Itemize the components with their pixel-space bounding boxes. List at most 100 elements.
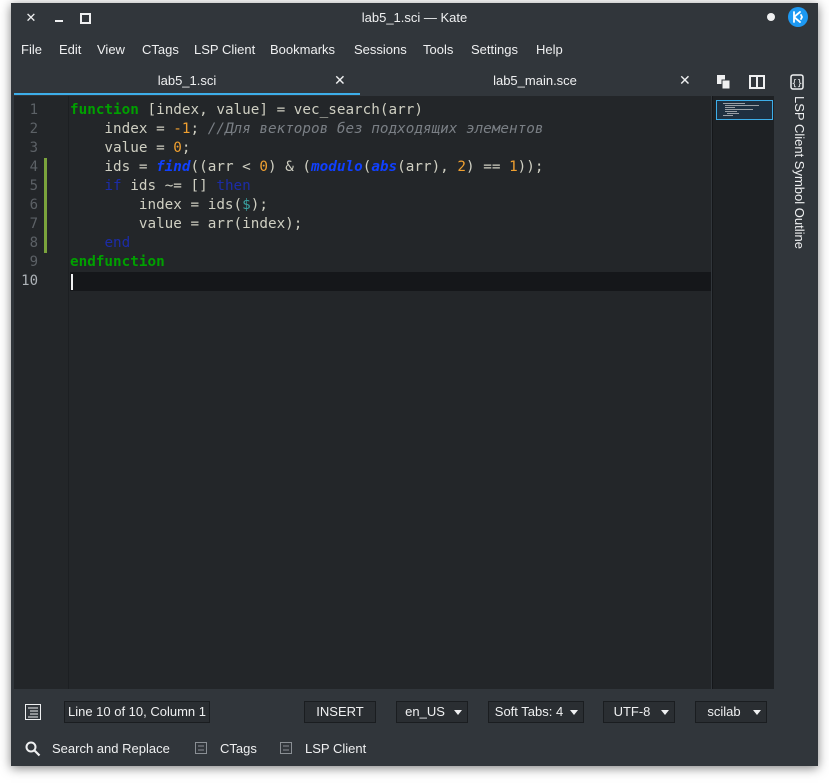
minimap-scrollbar[interactable] (712, 96, 774, 689)
document-tab-bar: lab5_1.sci ✕ lab5_main.sce ✕ (14, 68, 711, 95)
keyword: endfunction (70, 254, 165, 270)
chevron-down-icon (570, 710, 578, 715)
menu-edit[interactable]: Edit (59, 42, 81, 57)
ctags-tool-button[interactable]: CTags (194, 739, 264, 759)
special-symbol: $ (242, 197, 251, 213)
kde-logo-icon (793, 11, 804, 23)
menu-lsp-client[interactable]: LSP Client (194, 42, 255, 57)
current-line-highlight (70, 272, 711, 291)
code-text: (arr), (397, 159, 458, 175)
keyword: end (104, 235, 131, 251)
code-line-5: if ids ~= [] then (70, 177, 251, 196)
minimap-line (723, 115, 733, 116)
indentation-dropdown[interactable]: Soft Tabs: 4 (488, 701, 584, 723)
symbol-outline-icon[interactable]: {} (789, 74, 805, 90)
kate-window: ✕ lab5_1.sci — Kate File Edit View CTags… (11, 3, 818, 766)
text-cursor (71, 274, 73, 290)
code-text: )); (517, 159, 544, 175)
keyword: if (104, 178, 122, 194)
tab-label: lab5_main.sce (493, 73, 577, 88)
encoding-label: UTF-8 (613, 704, 651, 719)
lsp-icon (280, 742, 292, 754)
code-line-6: index = ids($); (70, 196, 268, 215)
line-number-gutter[interactable]: 1 2 3 4 5 6 7 8 9 10 (14, 96, 69, 689)
code-text: ; (181, 140, 191, 156)
menu-bar: File Edit View CTags LSP Client Bookmark… (11, 39, 818, 61)
tab-lab5-1-sci[interactable]: lab5_1.sci ✕ (14, 68, 360, 95)
code-text: ids = (70, 159, 157, 175)
menu-file[interactable]: File (21, 42, 42, 57)
ctags-icon (195, 742, 207, 754)
keyword: function (70, 102, 139, 118)
code-text: index = (70, 121, 174, 137)
lsp-client-tool-button[interactable]: LSP Client (279, 739, 379, 759)
modified-line-marker (44, 177, 47, 196)
menu-ctags[interactable]: CTags (142, 42, 179, 57)
code-text: ) == (466, 159, 510, 175)
title-bar: ✕ lab5_1.sci — Kate (11, 3, 818, 33)
application-menu-button[interactable] (788, 7, 808, 27)
editor-area[interactable]: 1 2 3 4 5 6 7 8 9 10 function [index, va… (14, 96, 711, 689)
number-literal: 2 (457, 159, 467, 175)
menu-bookmarks[interactable]: Bookmarks (270, 42, 335, 57)
split-view-icon (749, 75, 765, 89)
minimap-line (725, 105, 759, 106)
menu-help[interactable]: Help (536, 42, 563, 57)
tab-label: lab5_1.sci (157, 73, 217, 88)
split-view-button[interactable] (748, 73, 766, 91)
line-number-current: 10 (21, 273, 38, 289)
menu-settings[interactable]: Settings (471, 42, 518, 57)
bottom-tool-bar: Search and Replace CTags LSP Client (11, 736, 818, 761)
right-sidebar: {} LSP Client Symbol Outline (777, 68, 818, 691)
code-text: [index, value] = vec_search(arr) (138, 102, 423, 118)
line-number: 3 (29, 140, 38, 156)
builtin-function: abs (371, 159, 398, 175)
input-mode-button[interactable]: INSERT (304, 701, 376, 723)
close-tab-icon[interactable]: ✕ (679, 72, 691, 89)
lsp-symbol-outline-tab[interactable]: LSP Client Symbol Outline (787, 96, 807, 296)
line-number: 2 (29, 121, 38, 137)
code-text-area[interactable]: function [index, value] = vec_search(arr… (70, 96, 711, 689)
chevron-down-icon (454, 710, 462, 715)
number-literal: 0 (259, 159, 268, 175)
builtin-function: find (156, 159, 191, 175)
input-mode-label: INSERT (316, 704, 364, 719)
code-line-4: ids = find((arr < 0) & (modulo(abs(arr),… (70, 158, 544, 177)
line-number: 6 (29, 197, 38, 213)
minimap-line (725, 107, 735, 108)
code-line-3: value = 0; (70, 139, 191, 158)
code-text: ); (250, 197, 268, 213)
quick-open-button[interactable] (715, 73, 733, 91)
syntax-mode-dropdown[interactable]: scilab (695, 701, 767, 723)
number-literal: 0 (173, 140, 182, 156)
code-text: value = arr(index); (70, 216, 303, 232)
encoding-dropdown[interactable]: UTF-8 (603, 701, 675, 723)
search-and-replace-tool-button[interactable]: Search and Replace (25, 739, 175, 759)
menu-sessions[interactable]: Sessions (354, 42, 407, 57)
cursor-position-field[interactable]: Line 10 of 10, Column 1 (64, 701, 210, 723)
menu-view[interactable]: View (97, 42, 125, 57)
code-line-7: value = arr(index); (70, 215, 303, 234)
window-title: lab5_1.sci — Kate (361, 10, 468, 25)
tool-label: CTags (220, 741, 257, 756)
code-text: ) & ( (268, 159, 312, 175)
line-number: 7 (29, 216, 38, 232)
dictionary-dropdown[interactable]: en_US (396, 701, 468, 723)
minimap-line (725, 111, 737, 112)
dictionary-label: en_US (405, 704, 445, 719)
keep-above-button[interactable] (767, 13, 775, 21)
menu-tools[interactable]: Tools (423, 42, 453, 57)
close-tab-icon[interactable]: ✕ (334, 72, 346, 89)
keyword: then (216, 178, 251, 194)
number-literal: -1 (173, 121, 191, 137)
code-line-1: function [index, value] = vec_search(arr… (70, 101, 423, 120)
cursor-position-label: Line 10 of 10, Column 1 (67, 704, 207, 719)
line-number: 8 (29, 235, 38, 251)
svg-text:{}: {} (792, 79, 803, 89)
tab-lab5-main-sce[interactable]: lab5_main.sce ✕ (360, 68, 710, 93)
tool-label: Search and Replace (52, 741, 170, 756)
document-list-icon[interactable] (24, 703, 42, 721)
modified-line-marker (44, 234, 47, 253)
